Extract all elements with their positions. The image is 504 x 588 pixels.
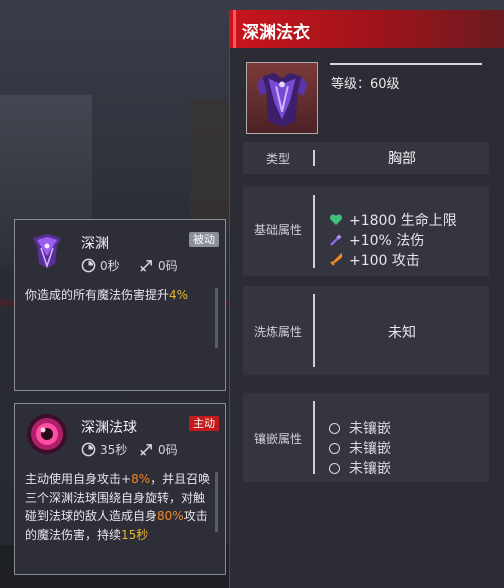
attr-magic-damage: +10% 法伤 <box>329 230 424 250</box>
range-arrow-icon <box>140 444 152 456</box>
range-arrow-icon <box>140 260 152 272</box>
cooldown-value: 35秒 <box>100 443 128 457</box>
skill-card-active: 深渊法球 主动 35秒 0码 主动使用自身攻击+8%，并且召唤三个深渊法球围绕自… <box>14 403 226 575</box>
type-row: 类型 胸部 <box>243 142 489 174</box>
base-attributes-label: 基础属性 <box>253 223 302 237</box>
range-stat: 0码 <box>139 441 178 458</box>
socket-attributes-label: 镶嵌属性 <box>253 432 302 446</box>
socket-slot[interactable]: 未镶嵌 <box>329 438 391 458</box>
socket-slot[interactable]: 未镶嵌 <box>329 458 391 478</box>
type-value: 胸部 <box>388 151 416 167</box>
empty-socket-icon <box>329 442 340 454</box>
item-detail-panel: 深渊法衣 等级：60级 类型 胸部 基础属性 +1800 生命上限 +10% 法… <box>229 10 504 588</box>
type-label: 类型 <box>265 152 290 166</box>
refine-attributes-row: 洗炼属性 未知 <box>243 286 489 375</box>
item-title: 深渊法衣 <box>242 23 310 43</box>
active-badge: 主动 <box>189 416 219 431</box>
attr-health: +1800 生命上限 <box>329 210 457 230</box>
skill-name: 深渊 <box>81 236 109 252</box>
passive-badge: 被动 <box>189 232 219 247</box>
abyss-skill-icon <box>25 228 69 272</box>
range-value: 0码 <box>158 443 178 457</box>
header-divider <box>330 63 482 65</box>
skill-description: 你造成的所有魔法伤害提升4% <box>25 288 189 302</box>
cooldown-icon <box>81 258 96 273</box>
skill-name: 深渊法球 <box>81 420 137 436</box>
heart-icon <box>329 214 343 225</box>
cooldown-stat: 35秒 <box>81 441 127 458</box>
skill-description: 主动使用自身攻击+8%，并且召唤三个深渊法球围绕自身旋转，对触碰到法球的敌人造成… <box>25 472 211 542</box>
range-value: 0码 <box>158 259 178 273</box>
refine-value: 未知 <box>388 325 416 341</box>
socket-slot[interactable]: 未镶嵌 <box>329 418 391 438</box>
range-stat: 0码 <box>139 257 178 274</box>
panel-header: 深渊法衣 <box>230 10 504 48</box>
cooldown-stat: 0秒 <box>81 257 120 274</box>
base-attributes-row: 基础属性 +1800 生命上限 +10% 法伤 +100 攻击 <box>243 187 489 276</box>
robe-item-icon[interactable] <box>246 62 318 134</box>
attr-attack: +100 攻击 <box>329 250 420 270</box>
refine-attributes-label: 洗炼属性 <box>253 325 302 339</box>
description-scrollbar[interactable] <box>215 288 218 348</box>
abyss-orb-icon <box>25 412 69 456</box>
empty-socket-icon <box>329 462 340 474</box>
item-level: 等级：60级 <box>331 77 400 92</box>
socket-attributes-row: 镶嵌属性 未镶嵌 未镶嵌 未镶嵌 <box>243 393 489 482</box>
empty-socket-icon <box>329 422 340 434</box>
description-scrollbar[interactable] <box>215 472 218 532</box>
cooldown-icon <box>81 442 96 457</box>
skill-card-passive: 深渊 被动 0秒 0码 你造成的所有魔法伤害提升4% <box>14 219 226 391</box>
sword-icon <box>330 253 342 266</box>
cooldown-value: 0秒 <box>100 259 120 273</box>
magic-wand-icon <box>330 234 342 246</box>
